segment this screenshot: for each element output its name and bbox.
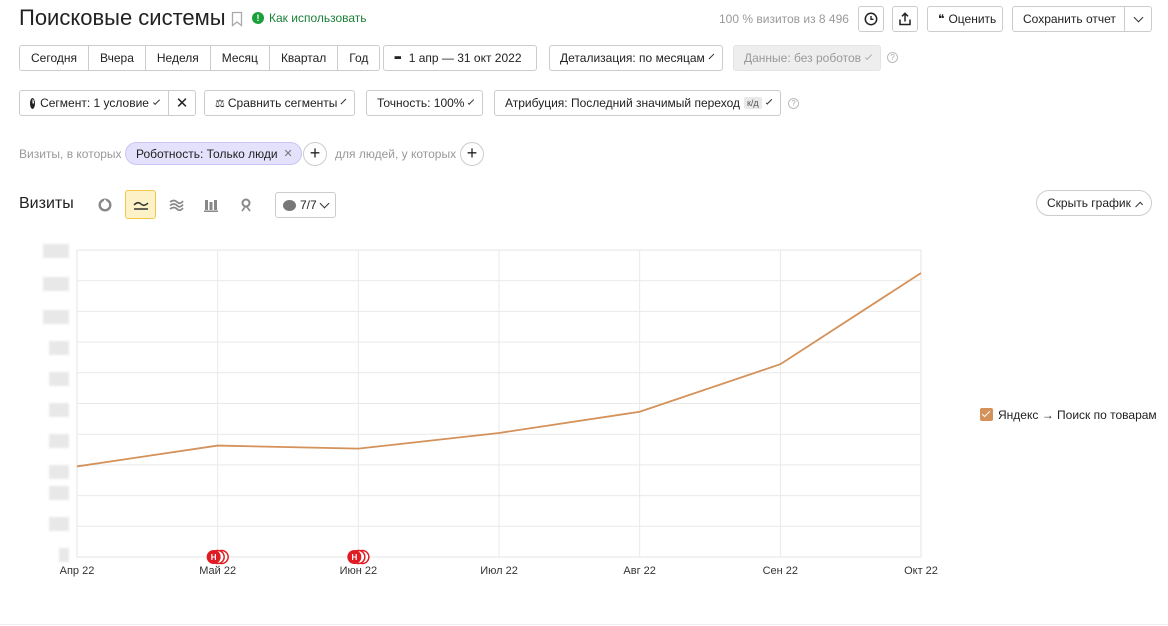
data-point[interactable] — [497, 430, 502, 435]
data-point[interactable] — [637, 409, 642, 414]
line-chart[interactable]: Апр 22 Май 22 Июн 22 Июл 22 Авг 22 Сен 22 Окт … — [0, 0, 1168, 626]
data-point[interactable] — [215, 443, 220, 448]
x-tick-label: Июл 22 — [480, 565, 518, 577]
x-tick-label: Авг 22 — [623, 565, 655, 577]
legend-label[interactable]: Яндекс → Поиск по товарам — [998, 408, 1157, 422]
x-tick-label: Май 22 — [199, 565, 236, 577]
x-tick-label: Апр 22 — [60, 565, 95, 577]
x-tick-label: Сен 22 — [763, 565, 798, 577]
bottom-divider — [0, 624, 1168, 625]
data-point[interactable] — [356, 446, 361, 451]
event-marker-label: Н — [351, 553, 357, 562]
x-tick-label: Июн 22 — [340, 565, 378, 577]
legend-checkbox[interactable] — [980, 408, 993, 421]
data-point[interactable] — [75, 464, 80, 469]
data-point[interactable] — [919, 271, 924, 276]
x-tick-label: Окт 22 — [904, 565, 938, 577]
event-marker-label: Н — [211, 553, 217, 562]
data-point[interactable] — [778, 362, 783, 367]
